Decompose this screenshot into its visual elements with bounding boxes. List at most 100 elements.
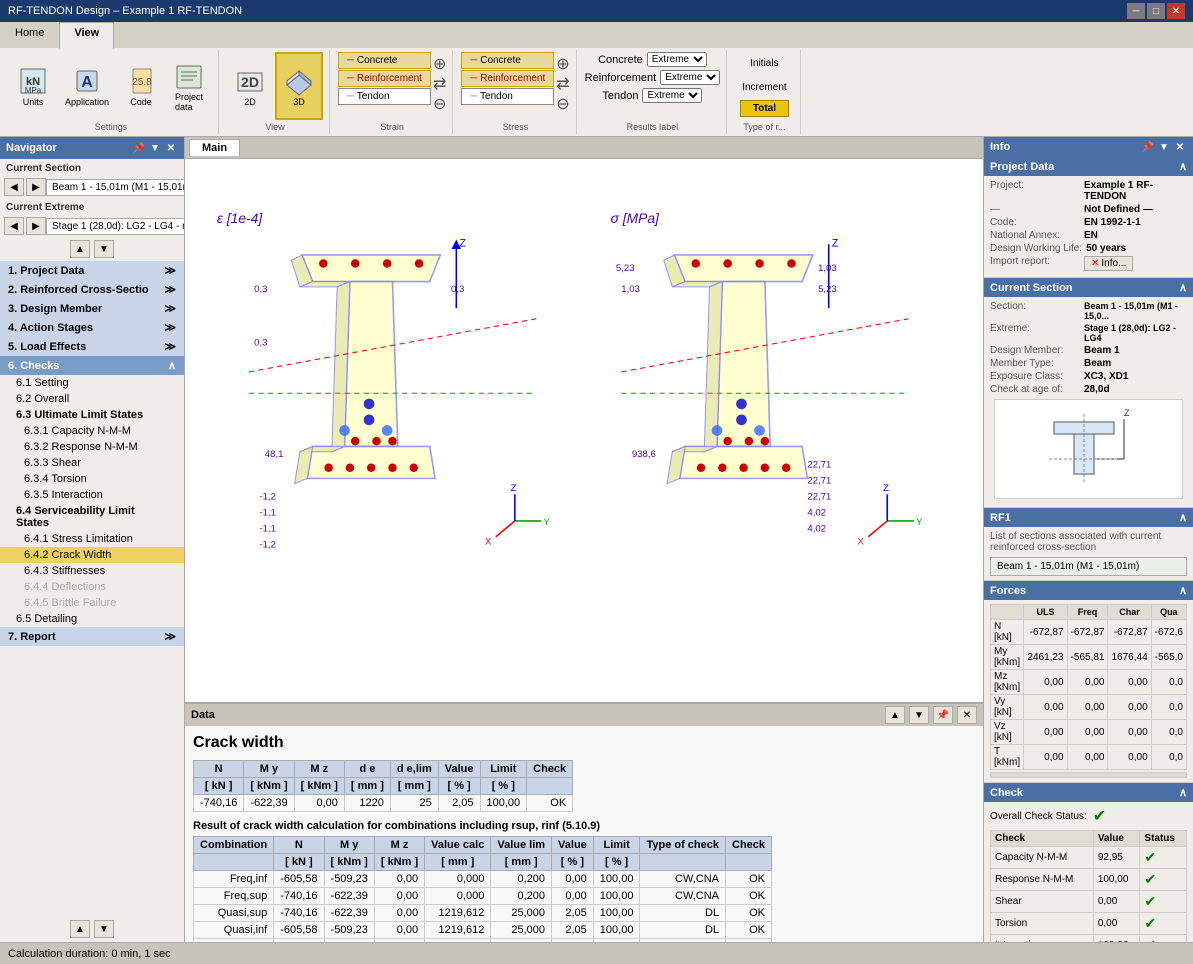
nav-item-6-2[interactable]: 6.2 Overall xyxy=(0,391,184,407)
main-visualization: ε [1e-4] σ [MPa] xyxy=(185,159,983,702)
nav-bottom-up-button[interactable]: ▲ xyxy=(70,920,90,938)
col2-vlim: Value lim xyxy=(491,837,552,854)
extreme-next-button[interactable]: ▶ xyxy=(26,217,46,235)
import-report-button[interactable]: ✕ Info... xyxy=(1084,256,1133,271)
increment-button[interactable]: Increment xyxy=(735,76,793,98)
nav-item-6-4-2[interactable]: 6.4.2 Crack Width xyxy=(0,547,184,563)
nav-down-button[interactable]: ▼ xyxy=(94,240,114,258)
window-controls[interactable]: ─ □ ✕ xyxy=(1127,3,1185,19)
strain-reinforcement-button[interactable]: ─ Reinforcement xyxy=(338,70,431,87)
svg-text:22,71: 22,71 xyxy=(807,460,831,471)
application-button[interactable]: A Application xyxy=(58,52,116,120)
section-next-button[interactable]: ▶ xyxy=(26,178,46,196)
svg-text:938,6: 938,6 xyxy=(632,449,656,460)
data-panel-pin-button[interactable]: 📌 xyxy=(933,706,953,724)
svg-text:ε [1e-4]: ε [1e-4] xyxy=(217,210,263,226)
current-section-select[interactable]: Beam 1 - 15,01m (M1 - 15,01m) xyxy=(46,179,184,196)
strain-tendon-button[interactable]: ─ Tendon xyxy=(338,88,431,105)
nav-section-6[interactable]: 6. Checks ∧ xyxy=(0,356,184,375)
strain-concrete-button[interactable]: ─ Concrete xyxy=(338,52,431,69)
nav-section-3[interactable]: 3. Design Member ≫ xyxy=(0,299,184,318)
nav-item-6-3-5[interactable]: 6.3.5 Interaction xyxy=(0,487,184,503)
section-prev-button[interactable]: ◀ xyxy=(4,178,24,196)
project-data-button[interactable]: Projectdata xyxy=(166,52,212,120)
nav-section-2[interactable]: 2. Reinforced Cross-Sectio ≫ xyxy=(0,280,184,299)
tab-main[interactable]: Main xyxy=(189,139,240,156)
stress-reinforcement-button[interactable]: ─ Reinforcement xyxy=(461,70,554,87)
units-button[interactable]: kN MPa Units xyxy=(10,52,56,120)
current-extreme-select[interactable]: Stage 1 (28,0d): LG2 - LG4 - not xyxy=(46,218,184,235)
cell-value: 2,05 xyxy=(438,795,480,812)
main-view: ε [1e-4] σ [MPa] xyxy=(185,159,983,702)
section-6-chevron: ∧ xyxy=(168,359,176,372)
col-de-unit: [ mm ] xyxy=(344,778,390,795)
tab-view[interactable]: View xyxy=(59,22,114,49)
nav-item-6-3-1[interactable]: 6.3.1 Capacity N-M-M xyxy=(0,423,184,439)
ribbon-group-type-result: Initials Increment Total Type of r... xyxy=(729,50,800,134)
nav-menu-icon[interactable]: ▼ xyxy=(148,141,162,155)
nav-item-6-4-1[interactable]: 6.4.1 Stress Limitation xyxy=(0,531,184,547)
3d-button[interactable]: 3D xyxy=(275,52,323,120)
extreme-prev-button[interactable]: ◀ xyxy=(4,217,24,235)
data-panel-close-button[interactable]: ✕ xyxy=(957,706,977,724)
nav-item-6-4[interactable]: 6.4 Serviceability Limit States xyxy=(0,503,184,531)
data-panel-up-button[interactable]: ▲ xyxy=(885,706,905,724)
nav-section-1[interactable]: 1. Project Data ≫ xyxy=(0,261,184,280)
nav-item-6-3-2[interactable]: 6.3.2 Response N-M-M xyxy=(0,439,184,455)
nav-item-6-3-4[interactable]: 6.3.4 Torsion xyxy=(0,471,184,487)
2d-button[interactable]: 2D 2D xyxy=(227,52,273,120)
project-data-header[interactable]: Project Data ∧ xyxy=(984,157,1193,176)
rl-reinforcement-select[interactable]: Extreme xyxy=(660,70,720,85)
cell-my: -622,39 xyxy=(244,795,294,812)
nav-item-6-1[interactable]: 6.1 Setting xyxy=(0,375,184,391)
overall-status-label: Overall Check Status: xyxy=(990,811,1087,822)
check-col-status: Status xyxy=(1140,831,1187,847)
current-section-dropdown[interactable]: ◀ ▶ Beam 1 - 15,01m (M1 - 15,01m) ▼ xyxy=(4,178,180,196)
units-icon: kN MPa xyxy=(17,65,49,97)
total-button[interactable]: Total xyxy=(740,100,789,117)
nav-section-4[interactable]: 4. Action Stages ≫ xyxy=(0,318,184,337)
info-menu-icon[interactable]: ▼ xyxy=(1157,140,1171,154)
nav-close-icon[interactable]: ✕ xyxy=(164,141,178,155)
design-life-row: Design Working Life: 50 years xyxy=(990,243,1187,254)
rl-tendon-label: Tendon xyxy=(602,90,638,102)
code-button[interactable]: 25.8 Code xyxy=(118,52,164,120)
rl-tendon-select[interactable]: Extreme xyxy=(642,88,702,103)
strain-minus-icon: ⊖ xyxy=(433,94,446,114)
current-extreme-dropdown[interactable]: ◀ ▶ Stage 1 (28,0d): LG2 - LG4 - not ▼ xyxy=(4,217,180,235)
forces-header[interactable]: Forces ∧ xyxy=(984,581,1193,600)
cell-limit: 100,00 xyxy=(480,795,527,812)
current-section-info-header[interactable]: Current Section ∧ xyxy=(984,278,1193,297)
nav-item-6-4-3[interactable]: 6.4.3 Stiffnesses xyxy=(0,563,184,579)
nav-section-7[interactable]: 7. Report ≫ xyxy=(0,627,184,646)
status-bar: Calculation duration: 0 min, 1 sec xyxy=(0,942,1193,964)
nav-pin-icon[interactable]: 📌 xyxy=(132,141,146,155)
nav-item-6-5[interactable]: 6.5 Detailing xyxy=(0,611,184,627)
nav-bottom-down-button[interactable]: ▼ xyxy=(94,920,114,938)
check-section-header[interactable]: Check ∧ xyxy=(984,783,1193,802)
initials-button[interactable]: Initials xyxy=(743,52,785,74)
design-life-value: 50 years xyxy=(1086,243,1187,254)
current-section-info-chevron: ∧ xyxy=(1179,281,1187,294)
rf1-header[interactable]: RF1 ∧ xyxy=(984,508,1193,527)
nav-item-6-3-3[interactable]: 6.3.3 Shear xyxy=(0,455,184,471)
maximize-button[interactable]: □ xyxy=(1147,3,1165,19)
2d-label: 2D xyxy=(244,97,256,107)
data-panel-down-button[interactable]: ▼ xyxy=(909,706,929,724)
rl-concrete-select[interactable]: Extreme xyxy=(647,52,707,67)
stress-concrete-button[interactable]: ─ Concrete xyxy=(461,52,554,69)
nav-up-button[interactable]: ▲ xyxy=(70,240,90,258)
info-close-icon[interactable]: ✕ xyxy=(1173,140,1187,154)
view-group-label: View xyxy=(265,122,284,132)
nav-item-6-4-5[interactable]: 6.4.5 Brittle Failure xyxy=(0,595,184,611)
tab-home[interactable]: Home xyxy=(0,22,59,48)
close-button[interactable]: ✕ xyxy=(1167,3,1185,19)
nav-section-5[interactable]: 5. Load Effects ≫ xyxy=(0,337,184,356)
minimize-button[interactable]: ─ xyxy=(1127,3,1145,19)
nav-item-6-3[interactable]: 6.3 Ultimate Limit States xyxy=(0,407,184,423)
current-section-label: Current Section xyxy=(0,159,184,176)
stress-tendon-button[interactable]: ─ Tendon xyxy=(461,88,554,105)
forces-scrollbar[interactable] xyxy=(990,772,1187,778)
nav-item-6-4-4[interactable]: 6.4.4 Deflections xyxy=(0,579,184,595)
info-pin-icon[interactable]: 📌 xyxy=(1141,140,1155,154)
